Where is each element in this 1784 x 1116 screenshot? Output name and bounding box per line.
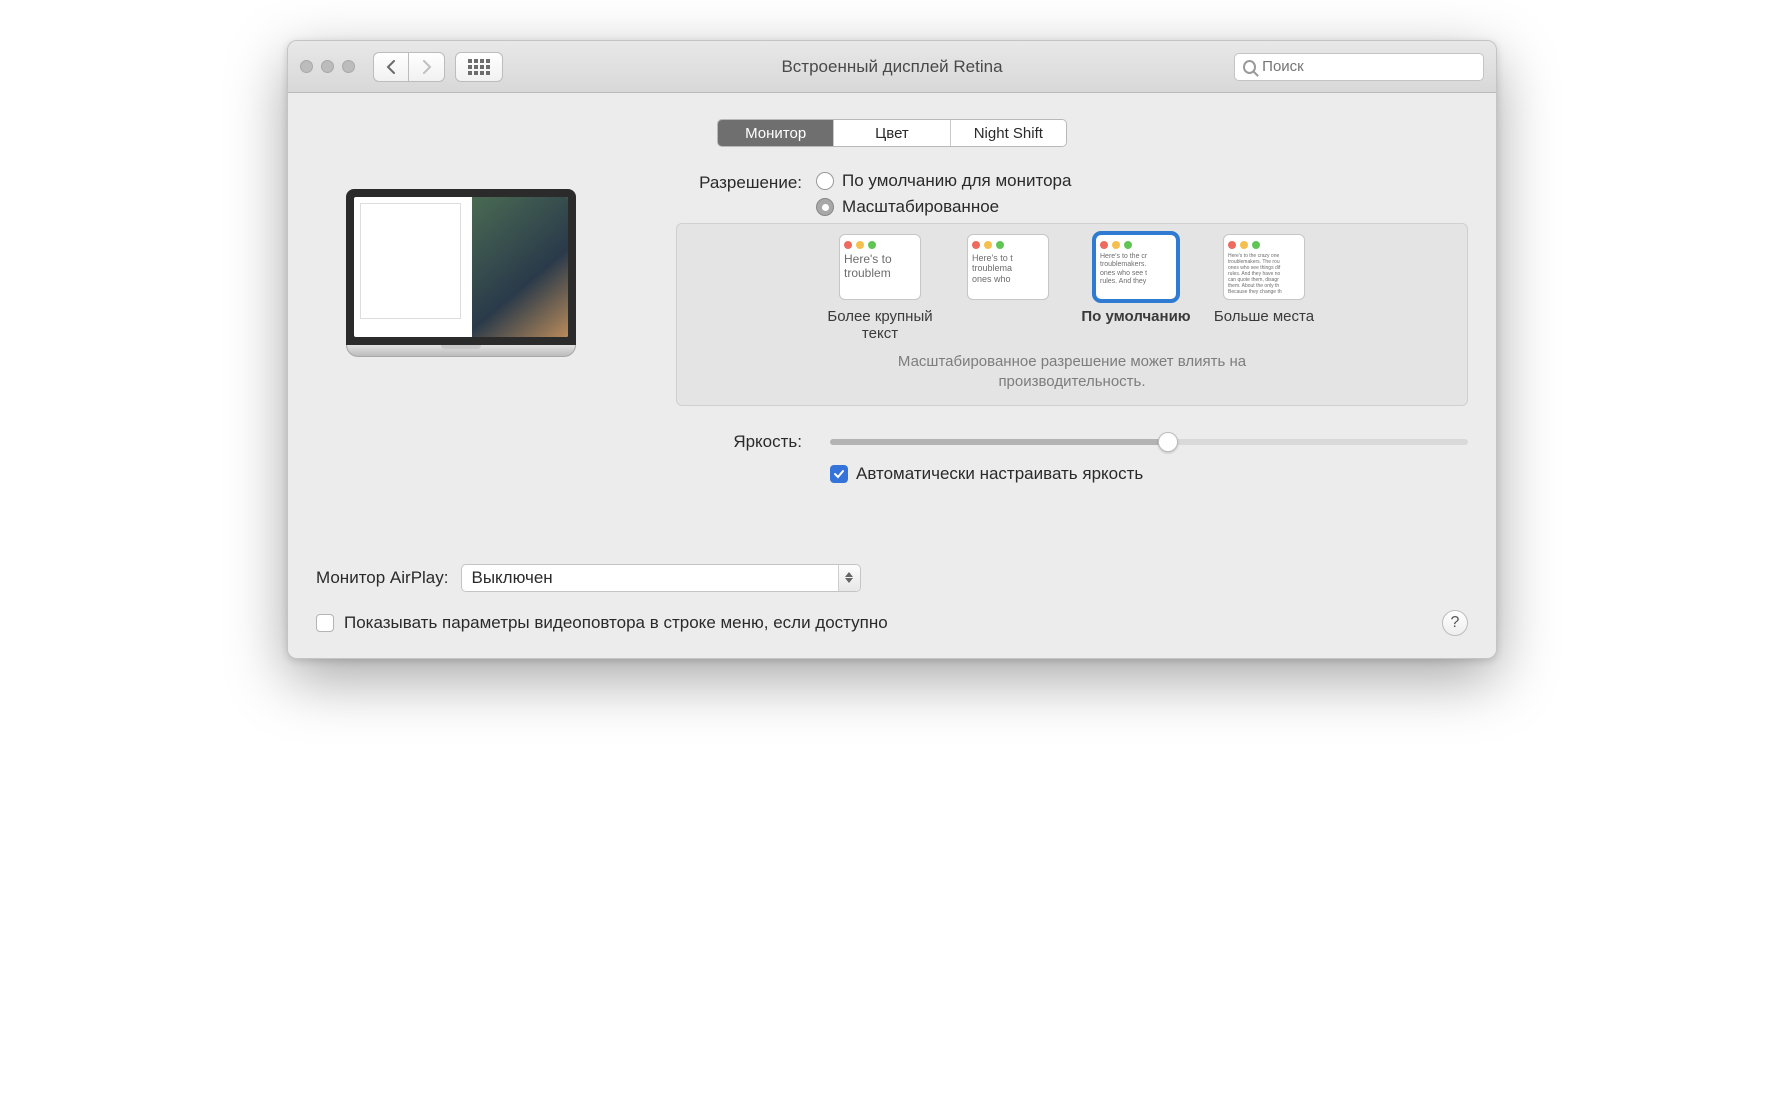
scale-note: Масштабированное разрешение может влиять… xyxy=(693,352,1451,393)
titlebar: Встроенный дисплей Retina xyxy=(288,41,1496,93)
radio-icon xyxy=(816,198,834,216)
settings-area: Разрешение: По умолчанию для монитора Ма… xyxy=(636,171,1468,484)
show-all-button[interactable] xyxy=(455,52,503,82)
mirror-checkbox[interactable] xyxy=(316,614,334,632)
thumb-text: Here's to the cr troublemakers. ones who… xyxy=(1100,253,1172,287)
zoom-icon[interactable] xyxy=(342,60,355,73)
thumb-text: Here's to the crazy one troublemakers. T… xyxy=(1228,253,1300,295)
footer: Монитор AirPlay: Выключен Показывать пар… xyxy=(316,564,1468,636)
airplay-select[interactable]: Выключен xyxy=(461,564,861,592)
scale-option-3[interactable]: Here's to the cr troublemakers. ones who… xyxy=(1095,234,1177,300)
radio-default-resolution[interactable]: По умолчанию для монитора xyxy=(816,171,1468,191)
minimize-icon[interactable] xyxy=(321,60,334,73)
content: Монитор Цвет Night Shift Разрешение: По … xyxy=(288,93,1496,658)
scale-panel: Here's to troublem Более крупный текст H… xyxy=(676,223,1468,406)
nav-group xyxy=(373,52,445,82)
tab-nightshift[interactable]: Night Shift xyxy=(951,120,1066,146)
radio-icon xyxy=(816,172,834,190)
close-icon[interactable] xyxy=(300,60,313,73)
scale-label-empty xyxy=(1006,308,1010,325)
help-button[interactable]: ? xyxy=(1442,610,1468,636)
search-field[interactable] xyxy=(1234,53,1484,81)
brightness-label: Яркость: xyxy=(636,432,816,452)
radio-label: По умолчанию для монитора xyxy=(842,171,1071,191)
mirror-label: Показывать параметры видеоповтора в стро… xyxy=(344,613,888,633)
scale-label-larger: Более крупный текст xyxy=(825,308,935,342)
airplay-label: Монитор AirPlay: xyxy=(316,568,449,588)
radio-scaled-resolution[interactable]: Масштабированное xyxy=(816,197,1468,217)
back-button[interactable] xyxy=(373,52,409,82)
slider-knob[interactable] xyxy=(1158,432,1178,452)
display-preview xyxy=(316,171,606,484)
chevron-left-icon xyxy=(386,60,396,74)
forward-button[interactable] xyxy=(409,52,445,82)
traffic-lights xyxy=(300,60,355,73)
scale-option-4[interactable]: Here's to the crazy one troublemakers. T… xyxy=(1223,234,1305,300)
scale-option-1[interactable]: Here's to troublem xyxy=(839,234,921,300)
scale-option-2[interactable]: Here's to t troublema ones who xyxy=(967,234,1049,300)
auto-brightness-checkbox[interactable]: Автоматически настраивать яркость xyxy=(830,464,1468,484)
tab-monitor[interactable]: Монитор xyxy=(718,120,834,146)
brightness-slider[interactable] xyxy=(830,439,1468,445)
thumb-text: Here's to troublem xyxy=(844,253,916,281)
search-input[interactable] xyxy=(1262,58,1475,75)
scale-label-default: По умолчанию xyxy=(1081,308,1190,325)
tab-color[interactable]: Цвет xyxy=(834,120,950,146)
grid-icon xyxy=(468,59,490,75)
radio-label: Масштабированное xyxy=(842,197,999,217)
preferences-window: Встроенный дисплей Retina Монитор Цвет N… xyxy=(287,40,1497,659)
airplay-value: Выключен xyxy=(472,568,553,588)
checkbox-icon xyxy=(830,465,848,483)
select-stepper-icon xyxy=(838,565,860,591)
laptop-icon xyxy=(346,189,576,484)
search-icon xyxy=(1243,60,1256,74)
chevron-right-icon xyxy=(422,60,432,74)
thumb-text: Here's to t troublema ones who xyxy=(972,253,1044,284)
scale-label-morespace: Больше места xyxy=(1214,308,1314,325)
tabs: Монитор Цвет Night Shift xyxy=(717,119,1067,147)
checkbox-label: Автоматически настраивать яркость xyxy=(856,464,1143,484)
